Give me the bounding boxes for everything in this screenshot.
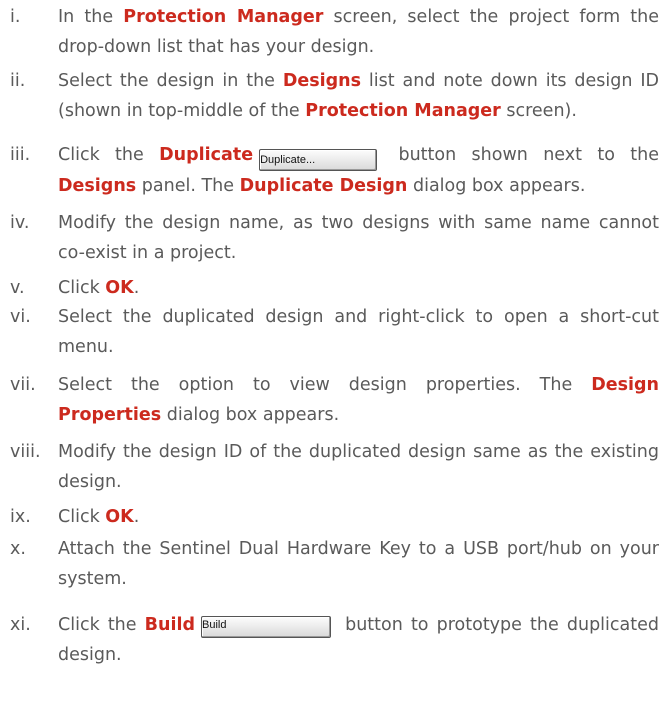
step-text-fragment: button shown next to the — [383, 145, 659, 165]
step-number: ix. — [10, 507, 31, 527]
ui-term: Duplicate — [159, 145, 254, 165]
ui-term: Protection Manager — [123, 7, 324, 27]
step-text-fragment: dialog box appears. — [407, 176, 586, 196]
step-text-fragment: In the — [58, 7, 124, 27]
step-number: viii. — [10, 442, 41, 462]
step-text: Click the Build Build button to prototype… — [58, 610, 659, 670]
step-number: v. — [10, 278, 25, 298]
step-text-fragment: dialog box appears. — [161, 405, 340, 425]
step-text: Click the Duplicate Duplicate... button s… — [58, 140, 659, 201]
step-number: x. — [10, 539, 26, 559]
step-text-fragment: screen). — [500, 101, 577, 121]
step-text: Click OK. — [58, 502, 659, 532]
step-text-fragment: Click the — [58, 615, 145, 635]
step-number: vi. — [10, 307, 31, 327]
step-text: Select the duplicated design and right-c… — [58, 302, 659, 362]
step-text-fragment: . — [133, 507, 140, 527]
ui-term: OK — [105, 507, 134, 527]
step-number: ii. — [10, 71, 26, 91]
step-text-fragment: . — [133, 278, 140, 298]
step-number: iii. — [10, 145, 31, 165]
step-text-fragment: Select the design in the — [58, 71, 283, 91]
duplicate-button-image: Duplicate... — [259, 149, 378, 171]
step-text-fragment: panel. The — [136, 176, 240, 196]
step-number: xi. — [10, 615, 31, 635]
ui-term: Duplicate Design — [239, 176, 408, 196]
step-text-fragment: Click the — [58, 145, 160, 165]
build-button-image: Build — [200, 616, 331, 638]
ui-term: Designs — [58, 176, 137, 196]
step-text-fragment: Click — [58, 507, 106, 527]
step-text-fragment: Modify the design name, as two designs w… — [58, 213, 659, 263]
step-text-fragment: Attach the Sentinel Dual Hardware Key to… — [58, 539, 659, 589]
step-number: iv. — [10, 213, 30, 233]
ui-term: OK — [105, 278, 134, 298]
ui-term: Designs — [282, 71, 362, 91]
ui-term: Build — [144, 615, 195, 635]
step-text: Select the option to view design propert… — [58, 370, 659, 430]
step-text: Click OK. — [58, 273, 659, 303]
step-text-fragment: Select the option to view design propert… — [58, 375, 592, 395]
step-number: i. — [10, 7, 21, 27]
step-text-fragment: Select the duplicated design and right-c… — [58, 307, 659, 357]
step-number: vii. — [10, 375, 36, 395]
ui-term: Protection Manager — [305, 101, 501, 121]
step-text: Attach the Sentinel Dual Hardware Key to… — [58, 534, 659, 594]
step-text: Select the design in the Designs list an… — [58, 66, 659, 126]
step-text-fragment: Modify the design ID of the duplicated d… — [58, 442, 659, 492]
step-text: In the Protection Manager screen, select… — [58, 2, 659, 62]
step-text-fragment: Click — [58, 278, 106, 298]
step-text: Modify the design ID of the duplicated d… — [58, 437, 659, 497]
step-text: Modify the design name, as two designs w… — [58, 208, 659, 268]
